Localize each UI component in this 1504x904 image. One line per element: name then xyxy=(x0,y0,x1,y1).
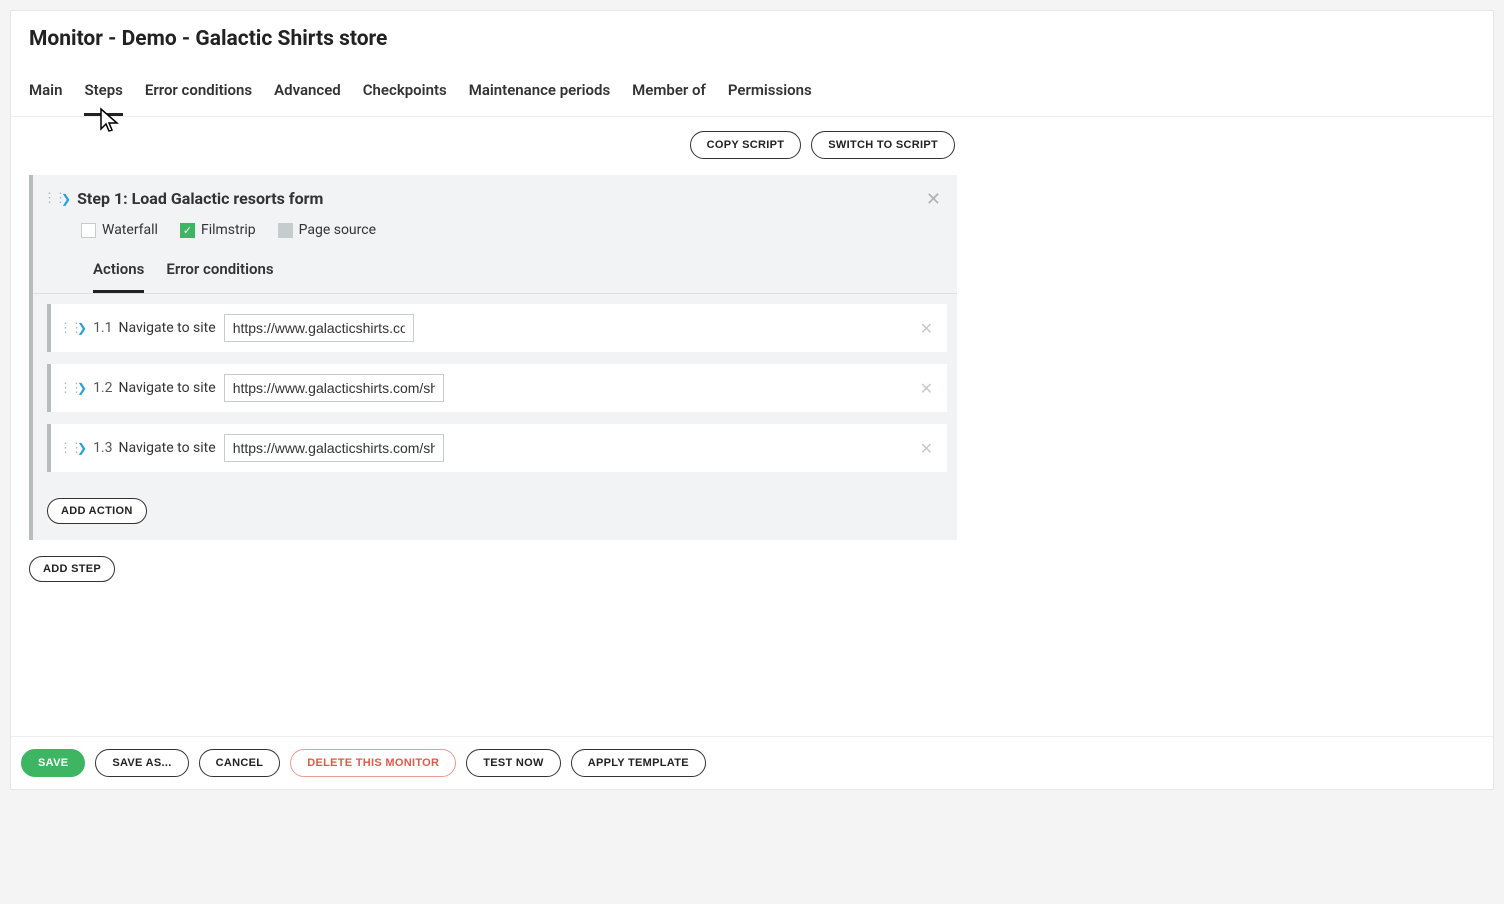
action-row: ⋮⋮ ❯ 1.2 Navigate to site ✕ xyxy=(47,364,947,412)
page-title: Monitor - Demo - Galactic Shirts store xyxy=(11,11,1493,69)
filmstrip-checkbox[interactable]: ✓ Filmstrip xyxy=(180,222,256,238)
drag-handle-icon[interactable]: ⋮⋮ xyxy=(59,382,71,395)
tab-maintenance-periods[interactable]: Maintenance periods xyxy=(469,69,610,116)
add-action-wrap: ADD ACTION xyxy=(33,498,957,540)
add-step-button[interactable]: ADD STEP xyxy=(29,556,115,582)
content-area: COPY SCRIPT SWITCH TO SCRIPT ⋮⋮ ❯ Step 1… xyxy=(11,117,1493,602)
tab-checkpoints[interactable]: Checkpoints xyxy=(363,69,447,116)
action-label: Navigate to site xyxy=(119,440,216,456)
step-options: Waterfall ✓ Filmstrip Page source xyxy=(33,216,957,250)
close-action-icon[interactable]: ✕ xyxy=(920,319,933,338)
main-tabs: Main Steps Error conditions Advanced Che… xyxy=(11,69,1493,117)
drag-handle-icon[interactable]: ⋮⋮ xyxy=(59,322,71,335)
filmstrip-label: Filmstrip xyxy=(201,222,256,238)
checkbox-icon xyxy=(81,223,96,238)
chevron-right-icon[interactable]: ❯ xyxy=(77,321,87,335)
page-source-checkbox[interactable]: Page source xyxy=(278,222,376,238)
tab-error-conditions[interactable]: Error conditions xyxy=(145,69,252,116)
tab-permissions[interactable]: Permissions xyxy=(728,69,812,116)
chevron-right-icon[interactable]: ❯ xyxy=(61,192,71,206)
action-number: 1.3 xyxy=(93,440,112,456)
drag-handle-icon[interactable]: ⋮⋮ xyxy=(43,192,55,205)
apply-template-button[interactable]: APPLY TEMPLATE xyxy=(571,749,706,777)
save-as-button[interactable]: SAVE AS... xyxy=(95,749,188,777)
sub-tab-actions[interactable]: Actions xyxy=(93,250,144,293)
checkbox-checked-icon: ✓ xyxy=(180,223,195,238)
chevron-right-icon[interactable]: ❯ xyxy=(77,441,87,455)
action-row: ⋮⋮ ❯ 1.3 Navigate to site ✕ xyxy=(47,424,947,472)
url-input[interactable] xyxy=(224,434,444,462)
switch-to-script-button[interactable]: SWITCH TO SCRIPT xyxy=(811,131,955,159)
checkbox-icon xyxy=(278,223,293,238)
tab-main[interactable]: Main xyxy=(29,69,62,116)
drag-handle-icon[interactable]: ⋮⋮ xyxy=(59,442,71,455)
tab-advanced[interactable]: Advanced xyxy=(274,69,341,116)
waterfall-checkbox[interactable]: Waterfall xyxy=(81,222,158,238)
delete-monitor-button[interactable]: DELETE THIS MONITOR xyxy=(290,749,456,777)
action-number: 1.2 xyxy=(93,380,112,396)
action-label: Navigate to site xyxy=(119,320,216,336)
footer: SAVE SAVE AS... CANCEL DELETE THIS MONIT… xyxy=(11,736,1493,789)
step-title: Step 1: Load Galactic resorts form xyxy=(77,189,323,208)
top-buttons: COPY SCRIPT SWITCH TO SCRIPT xyxy=(29,131,1475,159)
url-input[interactable] xyxy=(224,314,414,342)
action-label: Navigate to site xyxy=(119,380,216,396)
sub-tab-error-conditions[interactable]: Error conditions xyxy=(166,250,273,293)
step-header: ⋮⋮ ❯ Step 1: Load Galactic resorts form … xyxy=(33,175,957,216)
action-number: 1.1 xyxy=(93,320,112,336)
step-1-block: ⋮⋮ ❯ Step 1: Load Galactic resorts form … xyxy=(29,175,957,540)
cancel-button[interactable]: CANCEL xyxy=(199,749,281,777)
actions-list: ⋮⋮ ❯ 1.1 Navigate to site ✕ ⋮⋮ ❯ 1.2 Nav… xyxy=(33,294,957,498)
test-now-button[interactable]: TEST NOW xyxy=(466,749,560,777)
action-row: ⋮⋮ ❯ 1.1 Navigate to site ✕ xyxy=(47,304,947,352)
copy-script-button[interactable]: COPY SCRIPT xyxy=(690,131,802,159)
chevron-right-icon[interactable]: ❯ xyxy=(77,381,87,395)
page-source-label: Page source xyxy=(299,222,376,238)
tab-member-of[interactable]: Member of xyxy=(632,69,706,116)
add-action-button[interactable]: ADD ACTION xyxy=(47,498,147,524)
step-sub-tabs: Actions Error conditions xyxy=(33,250,957,294)
url-input[interactable] xyxy=(224,374,444,402)
waterfall-label: Waterfall xyxy=(102,222,158,238)
close-action-icon[interactable]: ✕ xyxy=(920,379,933,398)
editor-page: Monitor - Demo - Galactic Shirts store M… xyxy=(10,10,1494,790)
close-action-icon[interactable]: ✕ xyxy=(920,439,933,458)
save-button[interactable]: SAVE xyxy=(21,749,85,777)
close-step-icon[interactable]: ✕ xyxy=(926,189,941,210)
tab-steps[interactable]: Steps xyxy=(84,69,122,116)
